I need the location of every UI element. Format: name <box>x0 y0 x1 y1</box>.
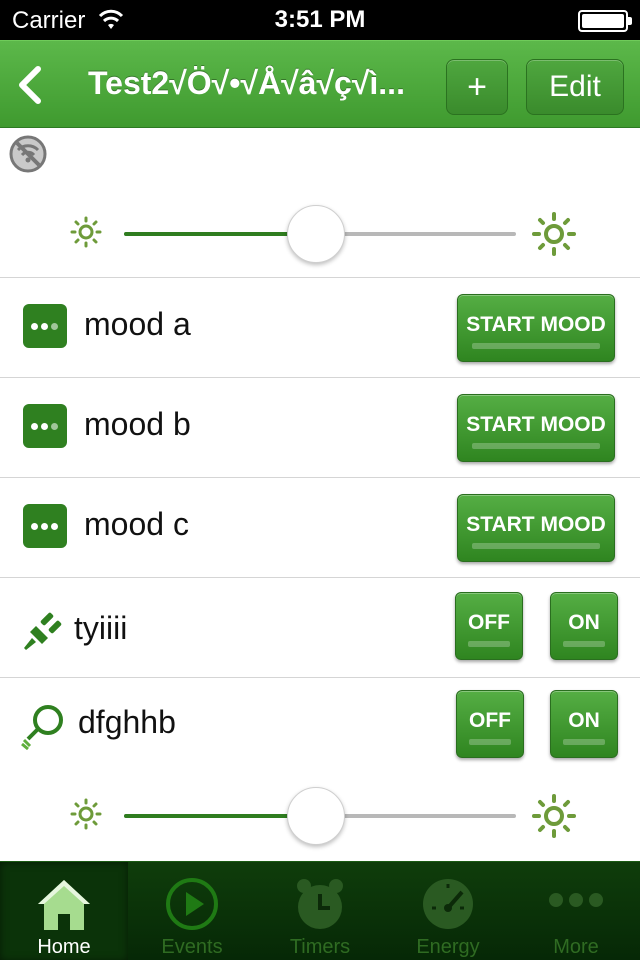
start-mood-button[interactable]: START MOOD <box>457 394 615 462</box>
page-title: Test2√Ö√•√Å√â√ç√ì... <box>88 65 405 101</box>
slider-track[interactable] <box>124 787 516 845</box>
off-label: OFF <box>468 611 510 634</box>
play-icon <box>166 878 218 930</box>
tab-energy[interactable]: Energy <box>384 862 512 960</box>
list-item-device-plug: tyiiii OFF ON <box>0 577 640 677</box>
start-mood-label: START MOOD <box>466 313 606 336</box>
tab-label: Home <box>37 936 91 958</box>
plug-icon <box>24 612 62 650</box>
tab-timers[interactable]: Timers <box>256 862 384 960</box>
off-button[interactable]: OFF <box>456 690 524 758</box>
status-bar: Carrier 3:51 PM <box>0 0 640 40</box>
home-icon <box>38 880 90 930</box>
tab-label: Timers <box>289 936 351 958</box>
sun-small-icon <box>70 798 102 830</box>
sun-small-icon <box>70 216 102 248</box>
tab-label: Energy <box>416 936 480 958</box>
mood-name: mood a <box>84 306 191 342</box>
slider-thumb[interactable] <box>287 787 346 845</box>
back-chevron-icon[interactable] <box>14 65 44 105</box>
more-icon <box>549 893 603 907</box>
tab-home[interactable]: Home <box>0 862 128 960</box>
gauge-icon <box>423 879 473 929</box>
mood-icon <box>23 404 67 448</box>
start-mood-label: START MOOD <box>466 513 606 536</box>
on-label: ON <box>568 611 600 634</box>
slider-track[interactable] <box>124 205 516 263</box>
device-name: tyiiii <box>74 610 128 646</box>
mood-name: mood b <box>84 406 191 442</box>
wifi-off-icon <box>9 135 47 173</box>
nav-bar: Test2√Ö√•√Å√â√ç√ì... + Edit <box>0 40 640 128</box>
start-mood-label: START MOOD <box>466 413 606 436</box>
on-button[interactable]: ON <box>550 690 618 758</box>
add-button[interactable]: + <box>446 59 508 115</box>
sun-large-icon <box>532 794 576 838</box>
tab-more[interactable]: More <box>512 862 640 960</box>
off-button[interactable]: OFF <box>455 592 523 660</box>
edit-button[interactable]: Edit <box>526 59 624 115</box>
tab-label: Events <box>161 936 223 958</box>
tab-bar: Home Events Timers Energy More <box>0 861 640 960</box>
brightness-slider-bottom[interactable] <box>0 786 640 846</box>
mood-name: mood c <box>84 506 189 542</box>
list-item-mood-a: mood a START MOOD <box>0 277 640 377</box>
list-item-mood-c: mood c START MOOD <box>0 477 640 577</box>
bulb-icon <box>21 705 63 750</box>
clock: 3:51 PM <box>274 6 366 33</box>
mood-icon <box>23 504 67 548</box>
tab-label: More <box>553 936 599 958</box>
off-label: OFF <box>469 709 511 732</box>
alarm-clock-icon <box>297 879 343 929</box>
on-button[interactable]: ON <box>550 592 618 660</box>
on-label: ON <box>568 709 600 732</box>
sun-large-icon <box>532 212 576 256</box>
start-mood-button[interactable]: START MOOD <box>457 294 615 362</box>
list-item-mood-b: mood b START MOOD <box>0 377 640 477</box>
start-mood-button[interactable]: START MOOD <box>457 494 615 562</box>
tab-events[interactable]: Events <box>128 862 256 960</box>
slider-thumb[interactable] <box>287 205 346 263</box>
mood-icon <box>23 304 67 348</box>
device-name: dfghhb <box>78 704 176 740</box>
battery-icon <box>578 10 632 32</box>
brightness-slider-top[interactable] <box>0 204 640 264</box>
list-item-device-bulb: dfghhb OFF ON <box>0 677 640 777</box>
